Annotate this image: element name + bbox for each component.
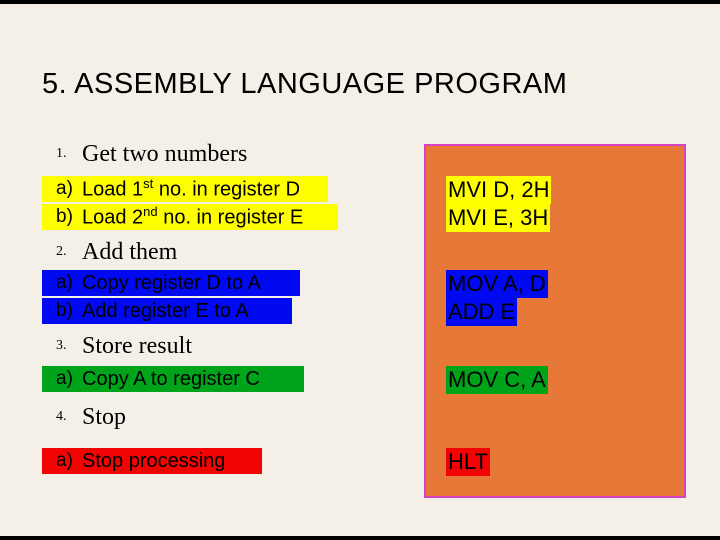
step-1b-text: Load 2nd no. in register E xyxy=(82,204,303,230)
step-1a-marker: a) xyxy=(42,178,82,200)
step-2a: a) Copy register D to A xyxy=(42,270,300,296)
step-4-text: Stop xyxy=(82,404,126,431)
step-3a: a) Copy A to register C xyxy=(42,366,304,392)
step-3-text: Store result xyxy=(82,333,192,360)
asm-line-1: MVI D, 2H xyxy=(446,176,551,204)
step-2b: b) Add register E to A xyxy=(42,298,292,324)
step-2: 2. Add them xyxy=(42,236,412,268)
step-4-marker: 4. xyxy=(42,409,82,425)
slide-title: 5. ASSEMBLY LANGUAGE PROGRAM xyxy=(42,68,567,101)
step-3-marker: 3. xyxy=(42,338,82,354)
step-2b-marker: b) xyxy=(42,300,82,322)
asm-line-6: HLT xyxy=(446,448,490,476)
asm-line-3: MOV A, D xyxy=(446,270,548,298)
step-1a-text: Load 1st no. in register D xyxy=(82,176,300,202)
step-2a-marker: a) xyxy=(42,272,82,294)
step-2b-text: Add register E to A xyxy=(82,300,249,323)
step-3a-text: Copy A to register C xyxy=(82,368,260,391)
step-1a: a) Load 1st no. in register D xyxy=(42,176,328,202)
asm-line-4: ADD E xyxy=(446,298,517,326)
step-3: 3. Store result xyxy=(42,330,412,362)
asm-line-2: MVI E, 3H xyxy=(446,204,550,232)
step-2-text: Add them xyxy=(82,239,177,266)
slide: 5. ASSEMBLY LANGUAGE PROGRAM 1. Get two … xyxy=(0,4,720,536)
step-2-marker: 2. xyxy=(42,244,82,260)
step-4a: a) Stop processing xyxy=(42,448,262,474)
asm-line-5: MOV C, A xyxy=(446,366,548,394)
step-1: 1. Get two numbers xyxy=(42,138,412,170)
step-2a-text: Copy register D to A xyxy=(82,272,261,295)
step-1-marker: 1. xyxy=(42,146,82,162)
step-1-text: Get two numbers xyxy=(82,141,247,168)
step-1b-marker: b) xyxy=(42,206,82,228)
step-4a-marker: a) xyxy=(42,450,82,472)
step-4a-text: Stop processing xyxy=(82,450,225,473)
step-4: 4. Stop xyxy=(42,400,412,434)
step-1b: b) Load 2nd no. in register E xyxy=(42,204,338,230)
step-3a-marker: a) xyxy=(42,368,82,390)
